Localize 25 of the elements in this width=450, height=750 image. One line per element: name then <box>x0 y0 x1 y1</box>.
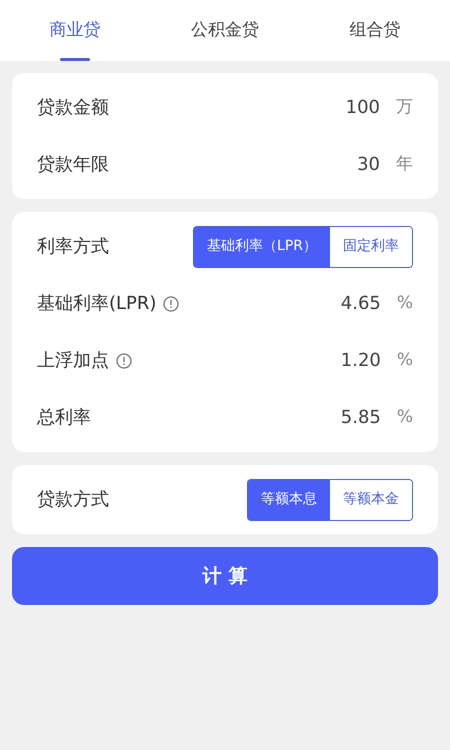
calculate-button[interactable]: 计 算 <box>12 547 438 605</box>
tab[interactable]: 公积金贷 <box>150 0 300 61</box>
field-label: 上浮加点 <box>37 349 109 373</box>
value-field[interactable]: 5.85 <box>340 404 381 431</box>
field-label: 利率方式 <box>37 235 109 259</box>
field-label: 总利率 <box>37 406 91 430</box>
info-icon[interactable] <box>163 296 180 312</box>
unit-label: % <box>396 406 413 429</box>
tab[interactable]: 组合贷 <box>300 0 450 61</box>
unit-label: % <box>396 292 413 315</box>
value-field[interactable]: 100 <box>346 94 380 121</box>
tab[interactable]: 商业贷 <box>0 0 150 61</box>
unit-label: 万 <box>396 96 413 119</box>
segment-option[interactable]: 基础利率（LPR） <box>194 226 330 266</box>
value-field[interactable]: 1.20 <box>340 347 381 374</box>
unit-label: 年 <box>396 152 413 176</box>
field-label: 基础利率(LPR) <box>37 292 156 316</box>
segment-option[interactable]: 等额本息 <box>248 480 330 520</box>
field-label: 贷款方式 <box>37 488 109 512</box>
field-label: 贷款年限 <box>37 153 109 177</box>
field-label: 贷款金额 <box>37 96 109 120</box>
unit-label: % <box>396 348 413 372</box>
value-field[interactable]: 4.65 <box>340 290 381 317</box>
info-icon[interactable] <box>116 352 132 368</box>
value-field[interactable]: 30 <box>357 151 380 178</box>
